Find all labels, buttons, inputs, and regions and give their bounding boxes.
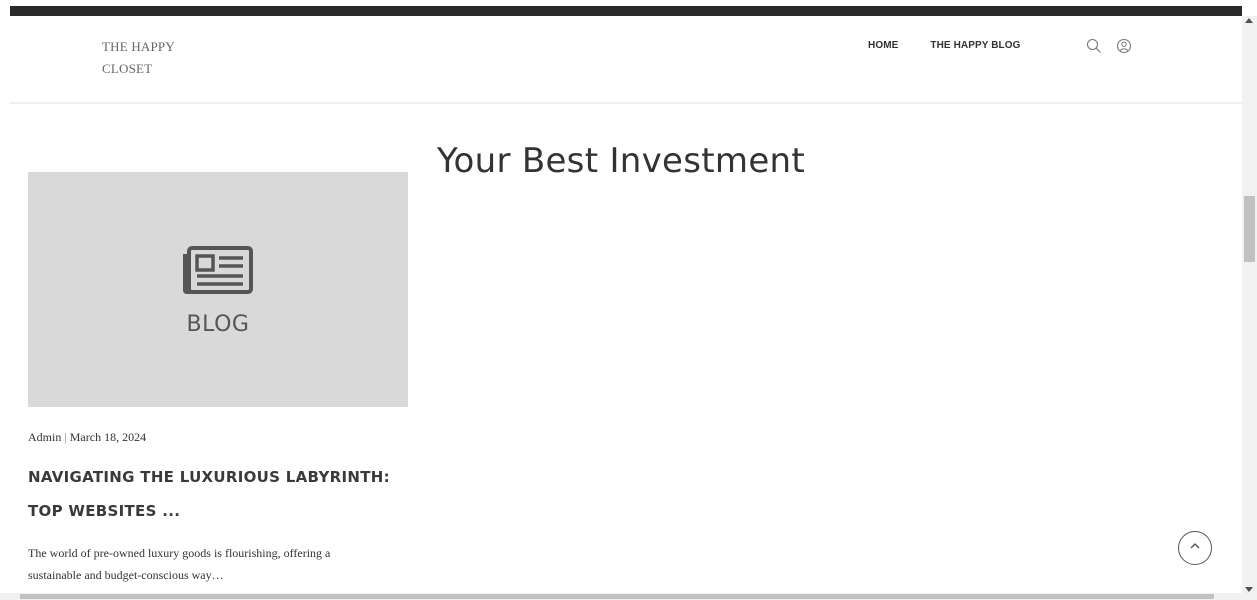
nav-happy-blog[interactable]: THE HAPPY BLOG: [930, 40, 1020, 51]
meta-separator: |: [64, 430, 67, 444]
post-thumbnail[interactable]: BLOG: [28, 172, 408, 407]
site-header: THE HAPPY CLOSET HOME THE HAPPY BLOG: [10, 16, 1242, 104]
post-meta: Admin | March 18, 2024: [28, 430, 146, 445]
search-icon[interactable]: [1086, 38, 1102, 54]
horizontal-scrollbar[interactable]: [0, 593, 1257, 600]
post-date: March 18, 2024: [69, 430, 147, 444]
nav-home[interactable]: HOME: [868, 40, 898, 51]
post-excerpt: The world of pre-owned luxury goods is f…: [28, 546, 331, 582]
vertical-scroll-thumb[interactable]: [1244, 196, 1255, 262]
newspaper-icon: [183, 246, 253, 301]
header-icons: [1086, 38, 1132, 54]
post-author[interactable]: Admin: [28, 430, 61, 444]
horizontal-scroll-thumb[interactable]: [20, 594, 1214, 599]
site-logo[interactable]: THE HAPPY CLOSET: [102, 36, 222, 80]
vertical-scrollbar[interactable]: [1242, 16, 1257, 594]
scroll-down-arrow[interactable]: [1245, 587, 1253, 592]
main-nav: HOME THE HAPPY BLOG: [868, 40, 1053, 51]
top-bar: [10, 6, 1242, 16]
user-icon[interactable]: [1116, 38, 1132, 54]
scroll-to-top-button[interactable]: [1178, 531, 1212, 565]
post-title[interactable]: NAVIGATING THE LUXURIOUS LABYRINTH: TOP …: [28, 460, 408, 528]
chevron-up-icon: [1188, 539, 1202, 558]
scroll-up-arrow[interactable]: [1245, 18, 1253, 23]
thumbnail-label: BLOG: [186, 312, 250, 337]
